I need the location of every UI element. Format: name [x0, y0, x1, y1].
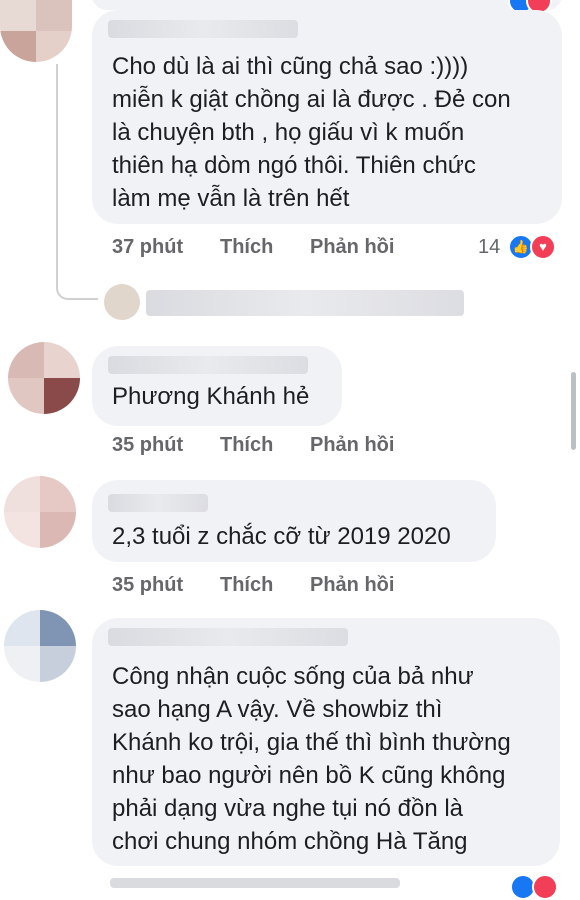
commenter-name[interactable]: [108, 628, 348, 646]
comment-text: Phương Khánh hẻ: [112, 383, 310, 410]
comment-actions-partial: [110, 878, 400, 888]
avatar[interactable]: [0, 0, 72, 62]
reply-button[interactable]: Phản hồi: [310, 574, 394, 597]
commenter-name[interactable]: [108, 356, 308, 374]
reply-preview[interactable]: [146, 290, 464, 316]
like-button[interactable]: Thích: [220, 574, 273, 597]
like-button[interactable]: Thích: [220, 236, 273, 259]
comment-time[interactable]: 37 phút: [112, 236, 183, 259]
comment-text: Cho dù là ai thì cũng chả sao :)))) miễn…: [112, 53, 511, 212]
comment-text: Công nhận cuộc sống của bả như sao hạng …: [112, 663, 511, 855]
reaction-summary[interactable]: 14 👍 ♥: [478, 234, 556, 260]
love-icon: ♥: [530, 234, 556, 260]
commenter-name[interactable]: [108, 494, 208, 512]
reply-button[interactable]: Phản hồi: [310, 434, 394, 457]
comment-bubble-top-partial: [92, 0, 562, 10]
reply-avatar[interactable]: [104, 284, 140, 320]
avatar[interactable]: [4, 610, 76, 682]
comment-time[interactable]: 35 phút: [112, 574, 183, 597]
comment-text: 2,3 tuổi z chắc cỡ từ 2019 2020: [112, 523, 451, 550]
reaction-count: 14: [478, 236, 501, 258]
reply-button[interactable]: Phản hồi: [310, 236, 394, 259]
avatar[interactable]: [8, 342, 80, 414]
comment-time[interactable]: 35 phút: [112, 434, 183, 457]
scrollbar[interactable]: [571, 372, 576, 450]
avatar[interactable]: [4, 476, 76, 548]
thread-line: [56, 64, 98, 300]
commenter-name[interactable]: [108, 20, 298, 38]
like-button[interactable]: Thích: [220, 434, 273, 457]
